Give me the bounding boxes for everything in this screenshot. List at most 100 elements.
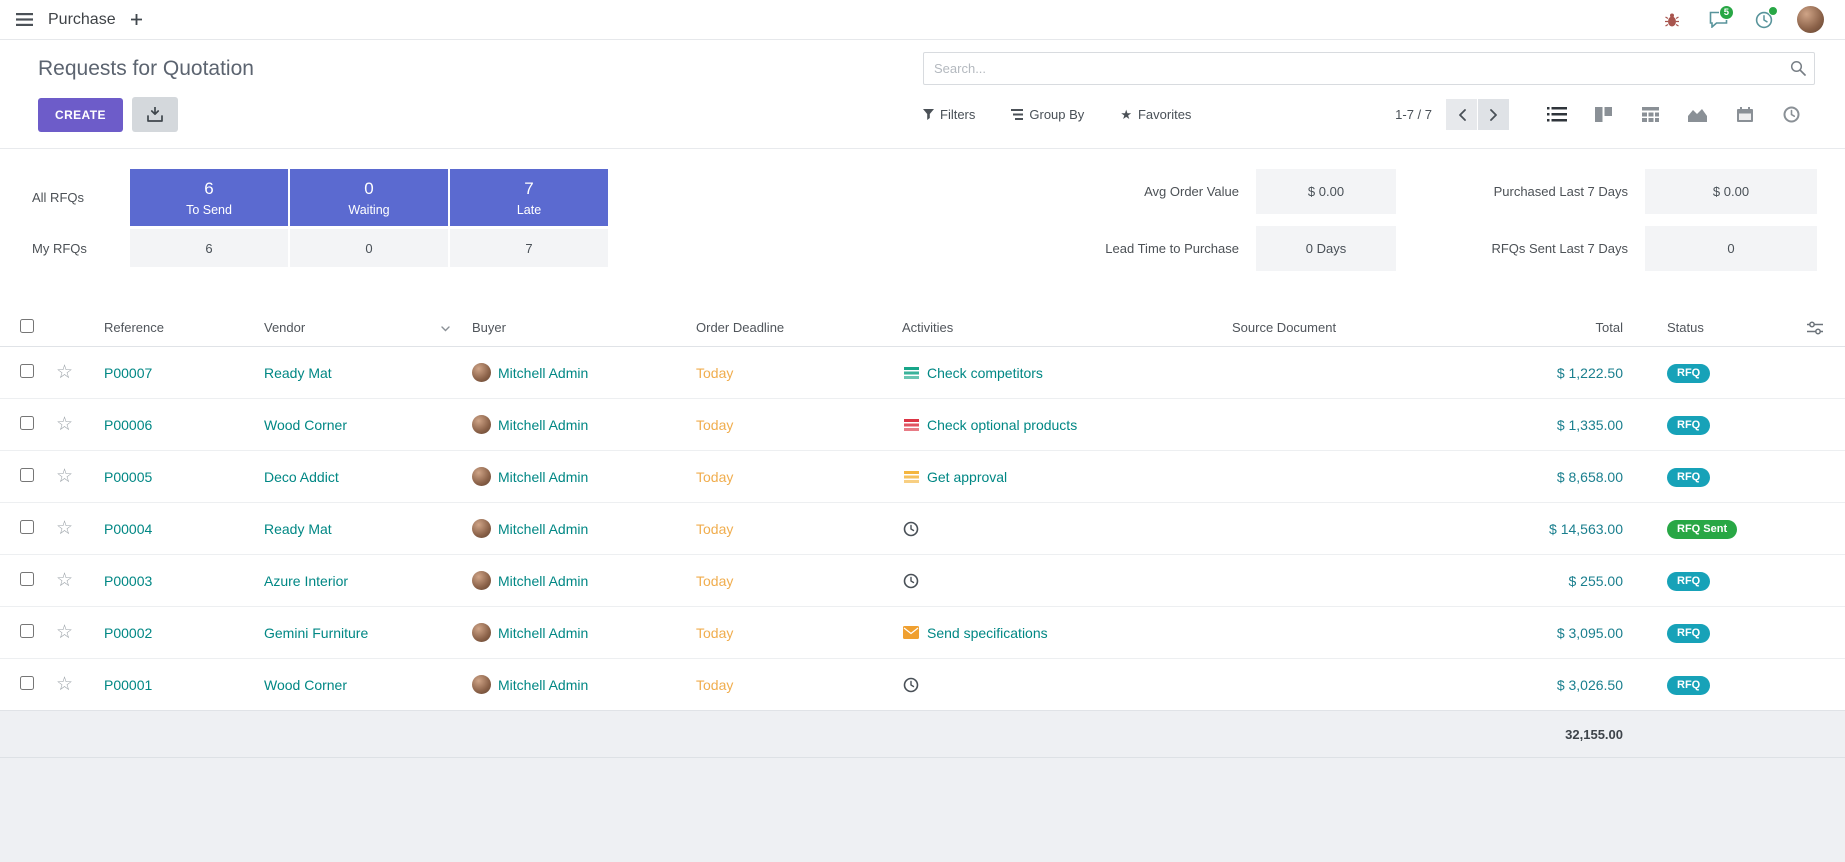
vendor-link[interactable]: Ready Mat xyxy=(264,521,332,537)
table-row[interactable]: ☆ P00007 Ready Mat Mitchell Admin Today … xyxy=(0,347,1845,399)
kanban-view-icon[interactable] xyxy=(1580,98,1627,131)
activity-label[interactable]: Send specifications xyxy=(927,625,1048,641)
messages-icon[interactable]: 5 xyxy=(1699,4,1737,36)
export-button[interactable] xyxy=(132,97,178,132)
buyer-link[interactable]: Mitchell Admin xyxy=(498,573,588,589)
select-all-checkbox[interactable] xyxy=(20,319,34,333)
reference-header[interactable]: Reference xyxy=(96,309,256,347)
reference-link[interactable]: P00003 xyxy=(104,573,152,589)
table-row[interactable]: ☆ P00002 Gemini Furniture Mitchell Admin… xyxy=(0,607,1845,659)
my-to-send-card[interactable]: 6 xyxy=(130,229,288,267)
table-row[interactable]: ☆ P00003 Azure Interior Mitchell Admin T… xyxy=(0,555,1845,607)
pager-next-button[interactable] xyxy=(1478,99,1509,130)
row-checkbox[interactable] xyxy=(20,624,34,638)
app-name[interactable]: Purchase xyxy=(48,11,116,29)
buyer-link[interactable]: Mitchell Admin xyxy=(498,677,588,693)
activity-label[interactable]: Get approval xyxy=(927,469,1007,485)
buyer-link[interactable]: Mitchell Admin xyxy=(498,625,588,641)
total-header[interactable]: Total xyxy=(1474,309,1659,347)
sort-caret-icon xyxy=(441,320,450,335)
group-by-button[interactable]: Group By xyxy=(1011,107,1084,122)
order-deadline-header[interactable]: Order Deadline xyxy=(688,309,894,347)
row-checkbox[interactable] xyxy=(20,364,34,378)
vendor-link[interactable]: Gemini Furniture xyxy=(264,625,368,641)
envelope-icon[interactable] xyxy=(902,626,920,639)
reference-link[interactable]: P00002 xyxy=(104,625,152,641)
status-badge: RFQ xyxy=(1667,572,1710,591)
lead-time-value: 0 Days xyxy=(1256,226,1396,271)
reference-link[interactable]: P00005 xyxy=(104,469,152,485)
vendor-link[interactable]: Azure Interior xyxy=(264,573,348,589)
activity-label[interactable]: Check competitors xyxy=(927,365,1043,381)
favorite-star-icon[interactable]: ☆ xyxy=(56,414,73,435)
buyer-link[interactable]: Mitchell Admin xyxy=(498,521,588,537)
user-menu[interactable] xyxy=(1791,4,1829,36)
reference-link[interactable]: P00007 xyxy=(104,365,152,381)
favorite-star-icon[interactable]: ☆ xyxy=(56,466,73,487)
clock-icon[interactable] xyxy=(902,677,920,693)
my-waiting-card[interactable]: 0 xyxy=(290,229,448,267)
graph-view-icon[interactable] xyxy=(1674,98,1721,131)
waiting-card[interactable]: 0 Waiting xyxy=(290,169,448,226)
favorite-star-icon[interactable]: ☆ xyxy=(56,570,73,591)
pager-previous-button[interactable] xyxy=(1446,99,1477,130)
rfqs-sent-last-7-days-label: RFQs Sent Last 7 Days xyxy=(1413,241,1628,256)
vendor-link[interactable]: Wood Corner xyxy=(264,417,347,433)
row-checkbox[interactable] xyxy=(20,416,34,430)
clock-icon[interactable] xyxy=(902,521,920,537)
pivot-view-icon[interactable] xyxy=(1627,98,1674,131)
row-checkbox[interactable] xyxy=(20,468,34,482)
calendar-view-icon[interactable] xyxy=(1721,98,1768,131)
activities-clock-icon[interactable] xyxy=(1745,4,1783,36)
search-input[interactable] xyxy=(923,52,1815,85)
favorites-button[interactable]: ★ Favorites xyxy=(1120,107,1191,123)
source-document-header[interactable]: Source Document xyxy=(1224,309,1474,347)
vendor-link[interactable]: Deco Addict xyxy=(264,469,339,485)
reference-link[interactable]: P00001 xyxy=(104,677,152,693)
activity-view-icon[interactable] xyxy=(1768,98,1815,131)
activity-label[interactable]: Check optional products xyxy=(927,417,1077,433)
table-row[interactable]: ☆ P00006 Wood Corner Mitchell Admin Toda… xyxy=(0,399,1845,451)
row-checkbox[interactable] xyxy=(20,572,34,586)
row-checkbox[interactable] xyxy=(20,520,34,534)
to-send-card-label: To Send xyxy=(186,203,232,217)
late-card[interactable]: 7 Late xyxy=(450,169,608,226)
source-document-cell xyxy=(1224,399,1474,451)
user-avatar xyxy=(1797,6,1824,33)
buyer-link[interactable]: Mitchell Admin xyxy=(498,365,588,381)
tasks-icon[interactable] xyxy=(902,366,920,380)
buyer-link[interactable]: Mitchell Admin xyxy=(498,417,588,433)
favorite-star-icon[interactable]: ☆ xyxy=(56,362,73,383)
to-send-card[interactable]: 6 To Send xyxy=(130,169,288,226)
favorite-star-icon[interactable]: ☆ xyxy=(56,674,73,695)
list-view-icon[interactable] xyxy=(1533,98,1580,131)
table-row[interactable]: ☆ P00004 Ready Mat Mitchell Admin Today … xyxy=(0,503,1845,555)
vendor-header[interactable]: Vendor xyxy=(256,309,464,347)
status-header[interactable]: Status xyxy=(1659,309,1799,347)
favorite-star-icon[interactable]: ☆ xyxy=(56,622,73,643)
create-button[interactable]: CREATE xyxy=(38,98,123,132)
filters-button[interactable]: Filters xyxy=(923,107,975,122)
favorite-star-icon[interactable]: ☆ xyxy=(56,518,73,539)
vendor-link[interactable]: Ready Mat xyxy=(264,365,332,381)
tasks-icon[interactable] xyxy=(902,418,920,432)
activities-badge xyxy=(1768,6,1778,16)
plus-icon[interactable] xyxy=(131,14,142,25)
search-icon[interactable] xyxy=(1790,60,1806,79)
row-checkbox[interactable] xyxy=(20,676,34,690)
reference-link[interactable]: P00006 xyxy=(104,417,152,433)
buyer-link[interactable]: Mitchell Admin xyxy=(498,469,588,485)
tasks-icon[interactable] xyxy=(902,470,920,484)
reference-link[interactable]: P00004 xyxy=(104,521,152,537)
table-row[interactable]: ☆ P00005 Deco Addict Mitchell Admin Toda… xyxy=(0,451,1845,503)
optional-columns-header[interactable] xyxy=(1799,309,1845,347)
clock-icon[interactable] xyxy=(902,573,920,589)
vendor-link[interactable]: Wood Corner xyxy=(264,677,347,693)
messages-count-badge: 5 xyxy=(1719,5,1734,21)
my-late-card[interactable]: 7 xyxy=(450,229,608,267)
buyer-header[interactable]: Buyer xyxy=(464,309,688,347)
hamburger-menu-icon[interactable] xyxy=(16,13,33,26)
activities-header[interactable]: Activities xyxy=(894,309,1224,347)
debug-bug-icon[interactable] xyxy=(1653,4,1691,36)
table-row[interactable]: ☆ P00001 Wood Corner Mitchell Admin Toda… xyxy=(0,659,1845,711)
